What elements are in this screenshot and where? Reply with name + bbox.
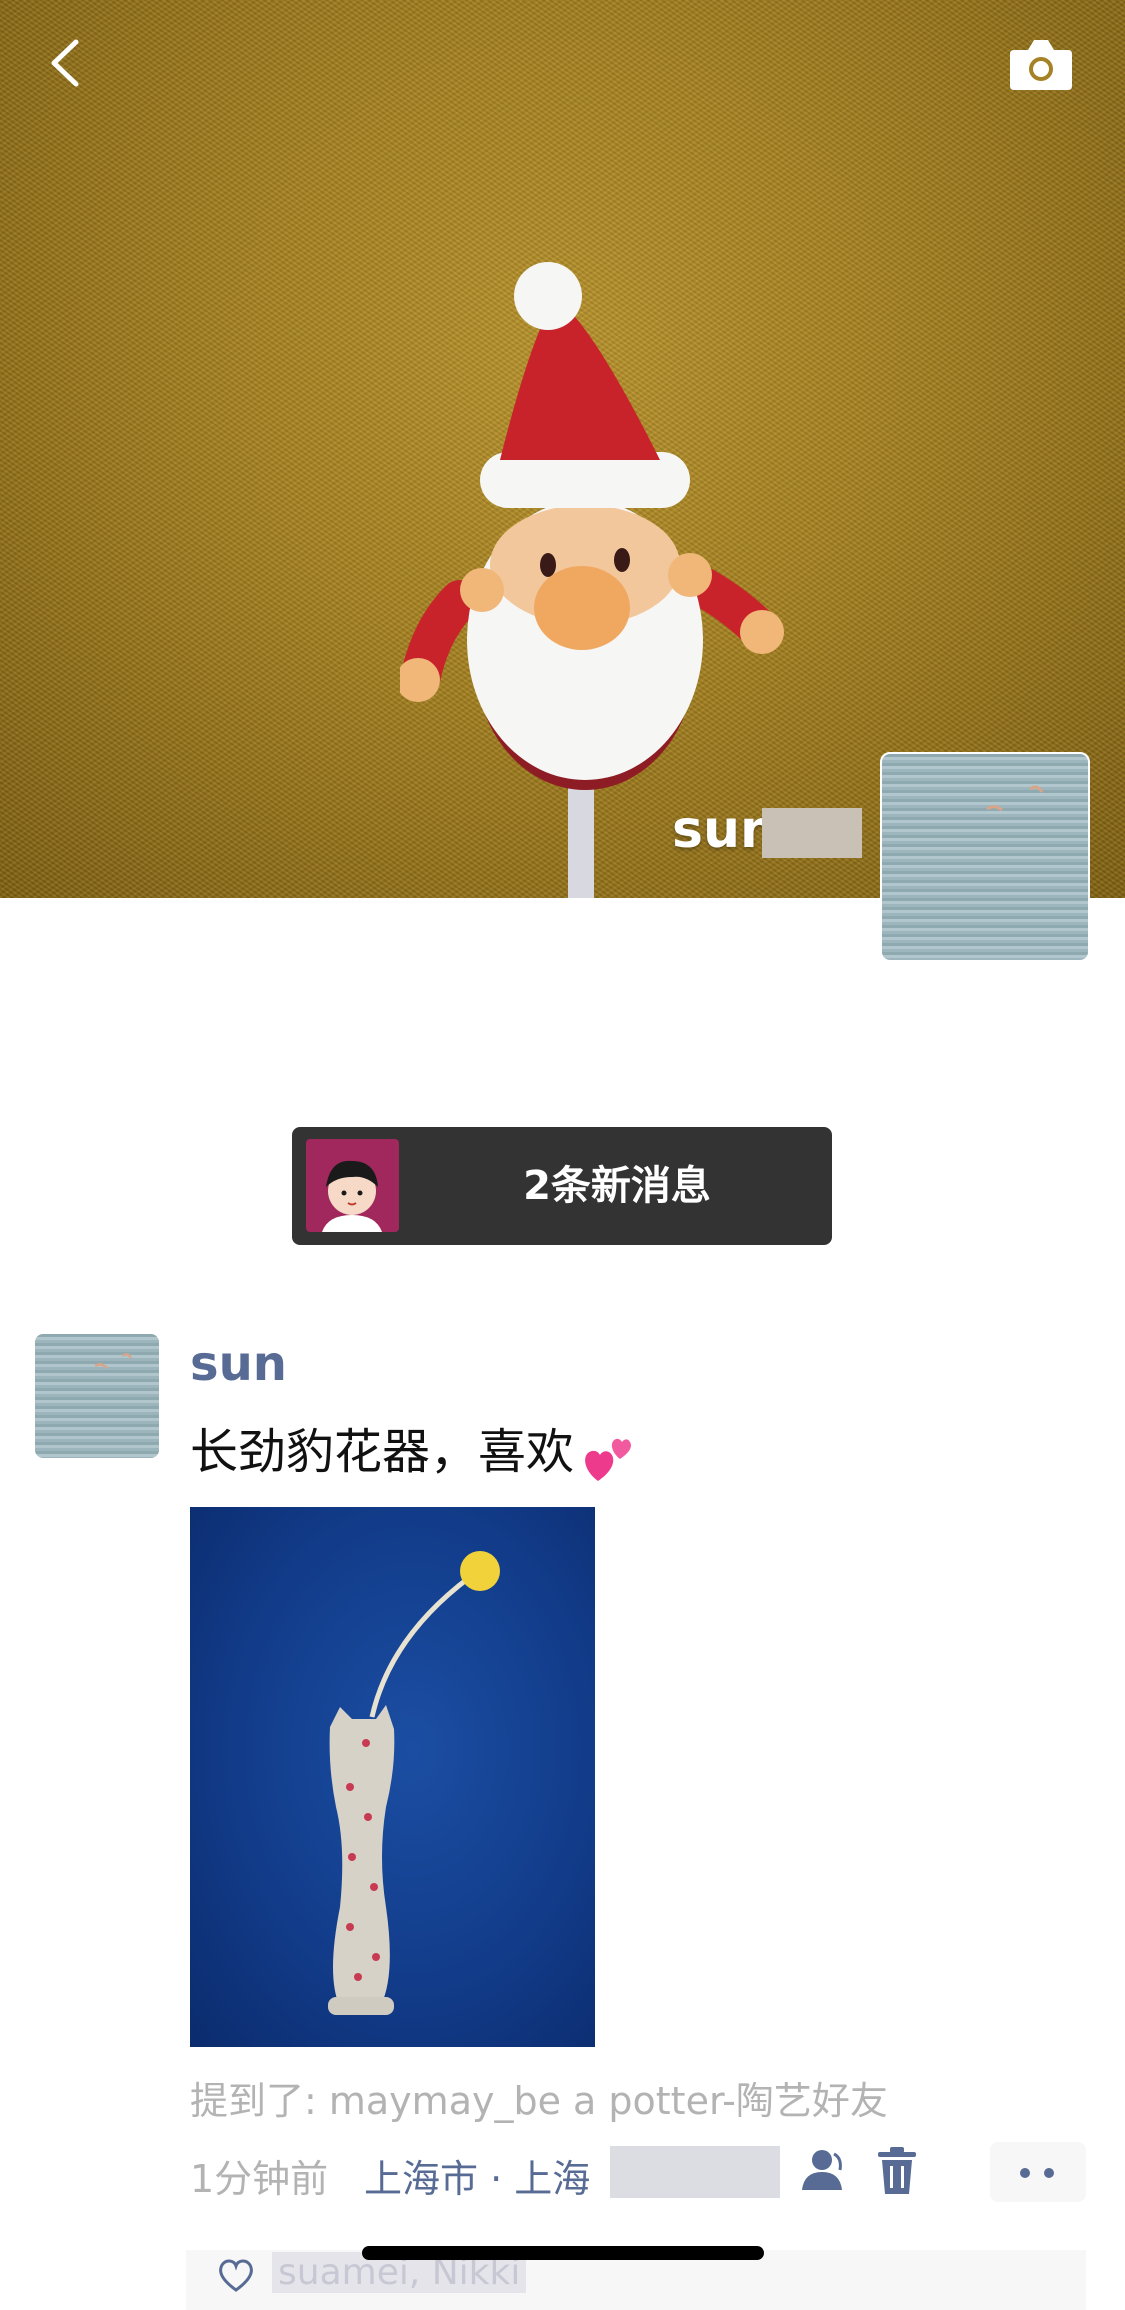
message-sender-avatar [306,1139,399,1232]
who-can-see-icon[interactable] [800,2148,848,2194]
post-text: 长劲豹花器，喜欢 [190,1412,640,1485]
redacted-name-block [762,808,862,858]
post-author-name[interactable]: sun [190,1336,287,1392]
delete-icon[interactable] [876,2146,918,2196]
more-actions-button[interactable] [990,2142,1086,2202]
profile-avatar[interactable] [880,752,1090,962]
like-heart-icon [219,2259,253,2292]
redacted-location-block [610,2146,780,2198]
new-messages-label: 2条新消息 [523,1163,711,1209]
heart-emoji-icon [585,1438,632,1481]
leopard-vase-image [328,1551,500,2015]
post-text-content: 长劲豹花器，喜欢 [190,1424,575,1480]
post-time: 1分钟前 [190,2157,329,2201]
mentioned-users[interactable]: 提到了: maymay_be a potter-陶艺好友 [190,2070,888,2125]
new-messages-notice[interactable]: 2条新消息 [292,1127,832,1245]
back-icon[interactable] [40,36,94,90]
home-indicator [362,2246,764,2260]
bird-on-water-image [94,1353,133,1369]
camera-icon[interactable] [1008,36,1074,92]
post-author-avatar[interactable] [35,1334,159,1458]
bird-on-water-image [986,785,1044,812]
more-dot [1020,2168,1030,2178]
post-location[interactable]: 上海市 · 上海 [364,2148,590,2203]
more-dot [1044,2168,1054,2178]
post-photo[interactable] [190,1507,595,2047]
